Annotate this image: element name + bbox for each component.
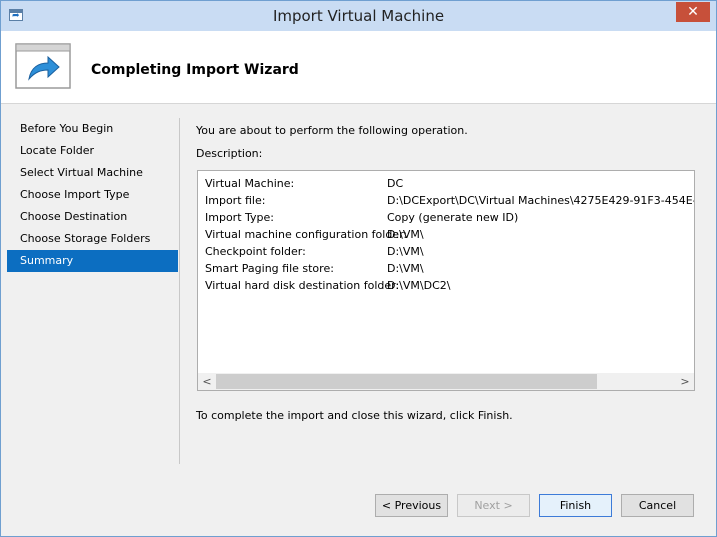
- detail-value: D:\VM\DC2\: [387, 279, 451, 292]
- detail-key: Smart Paging file store:: [205, 262, 334, 275]
- detail-key: Virtual machine configuration folder:: [205, 228, 408, 241]
- detail-row: Import file: D:\DCExport\DC\Virtual Machi…: [205, 192, 694, 209]
- detail-value: Copy (generate new ID): [387, 211, 519, 224]
- complete-instruction: To complete the import and close this wi…: [196, 409, 513, 422]
- detail-value: D:\VM\: [387, 228, 424, 241]
- scroll-right-icon[interactable]: >: [679, 373, 691, 390]
- next-button[interactable]: Next >: [457, 494, 530, 517]
- nav-item-choose-import-type[interactable]: Choose Import Type: [7, 184, 178, 206]
- nav-item-choose-storage-folders[interactable]: Choose Storage Folders: [7, 228, 178, 250]
- detail-key: Virtual hard disk destination folder:: [205, 279, 400, 292]
- detail-row: Virtual Machine: DC: [205, 175, 694, 192]
- detail-key: Virtual Machine:: [205, 177, 295, 190]
- nav-item-before-you-begin[interactable]: Before You Begin: [7, 118, 178, 140]
- close-button[interactable]: ✕: [676, 2, 710, 22]
- detail-key: Import file:: [205, 194, 266, 207]
- import-vm-window: ➦ Import Virtual Machine ✕ Completing Im…: [0, 0, 717, 537]
- nav-item-summary[interactable]: Summary: [7, 250, 178, 272]
- nav-item-select-virtual-machine[interactable]: Select Virtual Machine: [7, 162, 178, 184]
- wizard-page-title: Completing Import Wizard: [91, 62, 299, 78]
- window-title: Import Virtual Machine: [272, 7, 445, 25]
- horizontal-scrollbar[interactable]: < >: [198, 373, 694, 390]
- scrollbar-thumb[interactable]: [216, 374, 597, 389]
- detail-value: D:\VM\: [387, 245, 424, 258]
- detail-value: D:\DCExport\DC\Virtual Machines\4275E429…: [387, 194, 694, 207]
- nav-divider: [179, 118, 180, 464]
- detail-row: Virtual machine configuration folder: D:\…: [205, 226, 694, 243]
- summary-listbox[interactable]: Virtual Machine: DC Import file: D:\DCExpo…: [197, 170, 695, 391]
- detail-row: Smart Paging file store: D:\VM\: [205, 260, 694, 277]
- wizard-arrow-icon: [15, 43, 71, 89]
- detail-row: Checkpoint folder: D:\VM\: [205, 243, 694, 260]
- detail-key: Checkpoint folder:: [205, 245, 306, 258]
- detail-row: Virtual hard disk destination folder: D:\…: [205, 277, 694, 294]
- cancel-button[interactable]: Cancel: [621, 494, 694, 517]
- wizard-header: Completing Import Wizard: [1, 31, 716, 104]
- scroll-left-icon[interactable]: <: [201, 373, 213, 390]
- nav-item-choose-destination[interactable]: Choose Destination: [7, 206, 178, 228]
- title-bar[interactable]: ➦ Import Virtual Machine ✕: [1, 1, 716, 31]
- detail-value: DC: [387, 177, 404, 190]
- detail-key: Import Type:: [205, 211, 274, 224]
- wizard-nav: Before You Begin Locate Folder Select Vi…: [7, 118, 178, 272]
- detail-row: Import Type: Copy (generate new ID): [205, 209, 694, 226]
- summary-rows: Virtual Machine: DC Import file: D:\DCExpo…: [205, 175, 694, 294]
- finish-button[interactable]: Finish: [539, 494, 612, 517]
- intro-text: You are about to perform the following o…: [196, 124, 468, 137]
- previous-button[interactable]: < Previous: [375, 494, 448, 517]
- nav-item-locate-folder[interactable]: Locate Folder: [7, 140, 178, 162]
- wizard-body: Before You Begin Locate Folder Select Vi…: [1, 104, 716, 536]
- detail-value: D:\VM\: [387, 262, 424, 275]
- description-label: Description:: [196, 147, 263, 160]
- button-row: < Previous Next > Finish Cancel: [1, 494, 716, 518]
